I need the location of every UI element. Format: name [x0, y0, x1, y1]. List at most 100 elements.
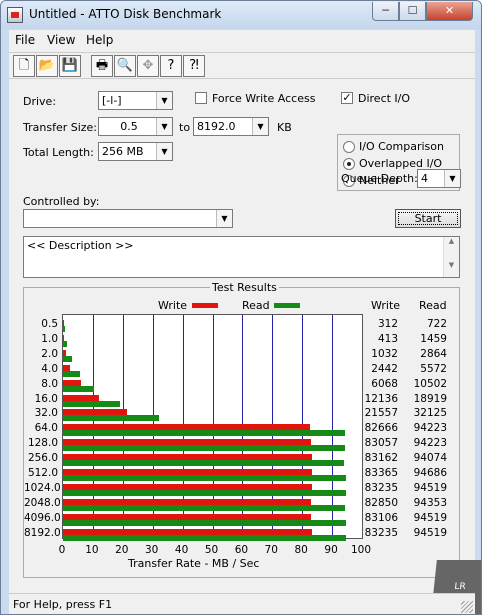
close-button[interactable]: ✕	[426, 2, 473, 21]
description-text: << Description >>	[27, 239, 134, 252]
write-value: 83106	[364, 511, 398, 524]
column-header-write: Write	[371, 299, 401, 312]
x-tick-label: 20	[115, 544, 129, 556]
write-value: 312	[377, 318, 398, 330]
chart-plot-area	[62, 314, 363, 541]
drive-select[interactable]: [-l-] ▼	[98, 91, 173, 110]
read-value: 94074	[413, 452, 447, 465]
y-tick-label: 4096.0	[24, 511, 61, 524]
legend-write-swatch	[192, 303, 218, 308]
write-value: 2442	[371, 362, 398, 375]
read-bar	[63, 534, 346, 541]
y-tick-label: 128.0	[27, 437, 58, 450]
x-tick-label: 10	[85, 544, 99, 556]
read-value: 722	[426, 318, 447, 330]
write-value: 1032	[371, 347, 398, 360]
title-bar[interactable]: Untitled - ATTO Disk Benchmark ─ ☐ ✕	[1, 1, 481, 29]
print-preview-icon[interactable]: 🔍	[114, 55, 136, 77]
y-tick-label: 8192.0	[24, 526, 61, 539]
transfer-from-select[interactable]: 0.5 ▼	[98, 117, 173, 136]
read-bar	[63, 460, 345, 467]
chevron-down-icon: ▼	[156, 92, 172, 109]
x-tick-label: 50	[204, 544, 219, 556]
x-tick-label: 90	[324, 544, 338, 556]
queue-depth-value: 4	[421, 172, 428, 185]
toolbar: 🗋 📂 💾 🖶 🔍 ✥ ? ⁈	[9, 52, 475, 79]
y-tick-label: 8.0	[41, 377, 58, 390]
read-value: 94686	[413, 467, 447, 479]
read-bar	[63, 340, 68, 347]
read-value: 94223	[413, 437, 447, 450]
y-tick-label: 512.0	[27, 467, 58, 479]
write-value: 12136	[364, 392, 398, 405]
write-value: 83057	[364, 437, 398, 450]
client-area: File View Help 🗋 📂 💾 🖶 🔍 ✥ ? ⁈ Drive: [-…	[9, 30, 481, 614]
read-bar	[63, 400, 120, 407]
app-window: Untitled - ATTO Disk Benchmark ─ ☐ ✕ Fil…	[0, 0, 482, 615]
direct-io-checkbox[interactable]: ✓	[341, 92, 353, 104]
io-comparison-label: I/O Comparison	[359, 140, 444, 153]
io-comparison-radio[interactable]	[343, 141, 355, 153]
force-write-label: Force Write Access	[212, 92, 316, 105]
legend-write-label: Write	[158, 299, 188, 312]
read-bar	[63, 385, 95, 392]
test-results-title: Test Results	[210, 281, 279, 294]
chevron-down-icon: ▼	[444, 170, 460, 187]
window-title: Untitled - ATTO Disk Benchmark	[29, 7, 222, 21]
start-button[interactable]: Start	[395, 209, 461, 228]
transfer-to-select[interactable]: 8192.0 ▼	[193, 117, 269, 136]
read-bar	[63, 475, 347, 481]
read-value: 94519	[413, 481, 447, 494]
maximize-button[interactable]: ☐	[399, 2, 426, 21]
help-icon[interactable]: ?	[160, 55, 182, 77]
read-bar	[63, 415, 160, 422]
description-scrollbar[interactable]: ▲ ▼	[443, 237, 459, 277]
move-icon[interactable]: ✥	[137, 55, 159, 77]
minimize-button[interactable]: ─	[372, 2, 399, 21]
test-results-group: Test Results Write Read Write Read Trans…	[23, 281, 460, 578]
description-textarea[interactable]: << Description >> ▲ ▼	[23, 236, 460, 278]
menu-view[interactable]: View	[47, 33, 75, 47]
drive-value: [-l-]	[102, 94, 122, 107]
queue-depth-select[interactable]: 4 ▼	[417, 169, 461, 188]
read-value: 94519	[413, 511, 447, 524]
total-length-label: Total Length:	[23, 146, 94, 159]
open-folder-icon[interactable]: 📂	[36, 55, 58, 77]
menu-file[interactable]: File	[15, 33, 35, 47]
read-value: 5572	[420, 362, 447, 375]
chevron-down-icon: ▼	[252, 118, 268, 135]
write-value: 82850	[364, 496, 398, 509]
x-tick-label: 60	[234, 544, 249, 556]
column-header-read: Read	[419, 299, 447, 312]
read-bar	[63, 445, 345, 452]
read-bar	[63, 504, 346, 511]
legend-read-swatch	[274, 303, 300, 308]
write-value: 83365	[364, 467, 398, 479]
overlapped-io-radio[interactable]	[343, 158, 355, 170]
chevron-down-icon: ▼	[156, 118, 172, 135]
print-icon[interactable]: 🖶	[91, 55, 113, 77]
write-value: 21557	[364, 407, 398, 420]
y-tick-label: 16.0	[34, 392, 58, 405]
force-write-checkbox[interactable]	[195, 92, 207, 104]
read-bar	[63, 519, 346, 526]
read-value: 32125	[413, 407, 447, 420]
save-icon[interactable]: 💾	[59, 55, 81, 77]
context-help-icon[interactable]: ⁈	[183, 55, 205, 77]
new-file-icon[interactable]: 🗋	[13, 55, 35, 77]
read-value: 10502	[413, 377, 447, 390]
y-tick-label: 2048.0	[24, 496, 61, 509]
app-icon	[7, 7, 23, 23]
status-bar: For Help, press F1	[9, 593, 475, 614]
total-length-select[interactable]: 256 MB ▼	[98, 142, 173, 161]
write-value: 83235	[364, 481, 398, 494]
y-tick-label: 64.0	[34, 422, 58, 435]
menu-help[interactable]: Help	[86, 33, 113, 47]
read-bar	[63, 489, 346, 496]
direct-io-label: Direct I/O	[358, 92, 411, 105]
controlled-by-select[interactable]: ▼	[23, 209, 233, 228]
write-value: 82666	[364, 422, 398, 435]
resize-grip[interactable]	[461, 601, 473, 613]
write-value: 83235	[364, 526, 398, 539]
read-bar	[63, 355, 72, 362]
